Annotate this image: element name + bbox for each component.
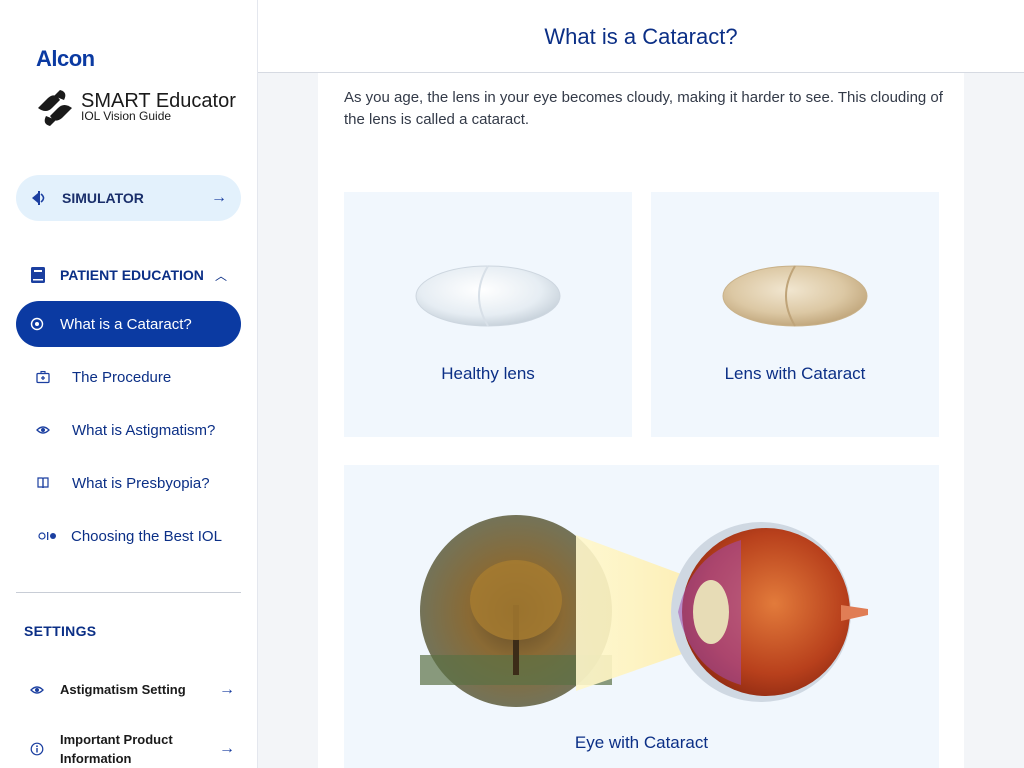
medical-kit-icon <box>36 370 50 384</box>
simulator-icon <box>32 191 45 205</box>
alcon-logo: Alcon <box>36 46 95 71</box>
sidebar-item-what-is-a-cataract[interactable]: What is a Cataract? <box>16 301 241 347</box>
settings-title: SETTINGS <box>24 623 97 639</box>
eye-icon <box>36 426 50 434</box>
arrow-right-icon: → <box>211 189 227 206</box>
sidebar: Alcon SMART Educator IOL Vision Guide SI… <box>0 0 258 768</box>
sidebar-item-the-procedure[interactable]: The Procedure <box>36 362 241 392</box>
content-panel: As you age, the lens in your eye becomes… <box>318 73 964 768</box>
healthy-lens-card: Healthy lens <box>344 192 632 437</box>
chevron-up-icon: ︿ <box>214 268 227 283</box>
settings-item-astigmatism-setting[interactable]: Astigmatism Setting → <box>30 680 235 699</box>
sidebar-item-what-is-presbyopia[interactable]: What is Presbyopia? <box>36 468 241 498</box>
sidebar-item-what-is-astigmatism[interactable]: What is Astigmatism? <box>36 415 241 445</box>
page-header: What is a Cataract? <box>258 0 1024 73</box>
simulator-button[interactable]: SIMULATOR → <box>16 175 241 221</box>
healthy-lens-image <box>415 265 561 327</box>
simulator-label: SIMULATOR <box>62 190 144 206</box>
target-icon <box>30 317 44 331</box>
sidebar-item-label: What is a Cataract? <box>60 315 192 333</box>
settings-item-label: Important Product Information <box>60 732 173 766</box>
book-icon <box>31 267 45 283</box>
product-subtitle: IOL Vision Guide <box>81 109 172 123</box>
patient-education-label: PATIENT EDUCATION <box>60 267 204 283</box>
cataract-lens-image <box>722 265 868 327</box>
sidebar-item-label: What is Astigmatism? <box>72 421 216 439</box>
smart-educator-logo-icon <box>38 90 72 126</box>
intro-text: As you age, the lens in your eye becomes… <box>344 89 943 128</box>
eye-with-cataract-illustration <box>420 515 868 707</box>
sidebar-item-label: The Procedure <box>72 368 172 386</box>
card-caption: Lens with Cataract <box>724 364 866 383</box>
eye-icon <box>30 685 44 694</box>
sidebar-item-choosing-the-best-iol[interactable]: Choosing the Best IOL <box>38 521 245 551</box>
settings-item-label: Astigmatism Setting <box>60 682 186 697</box>
page-title: What is a Cataract? <box>544 24 738 49</box>
settings-item-important-product-information[interactable]: Important Product Information → <box>30 730 235 768</box>
sidebar-divider <box>16 592 241 593</box>
sidebar-item-label: What is Presbyopia? <box>72 474 210 492</box>
patient-education-section[interactable]: PATIENT EDUCATION ︿ <box>16 258 241 292</box>
lens-with-cataract-card: Lens with Cataract <box>651 192 939 437</box>
card-caption: Healthy lens <box>441 364 535 383</box>
sidebar-item-label: Choosing the Best IOL <box>71 527 222 545</box>
arrow-right-icon: → <box>219 680 235 698</box>
info-icon <box>30 742 44 756</box>
eye-with-cataract-card: Eye with Cataract <box>344 465 939 768</box>
arrow-right-icon: → <box>219 740 235 757</box>
lens-compare-icon <box>38 532 56 540</box>
book-icon <box>37 477 49 489</box>
card-caption: Eye with Cataract <box>574 733 709 752</box>
